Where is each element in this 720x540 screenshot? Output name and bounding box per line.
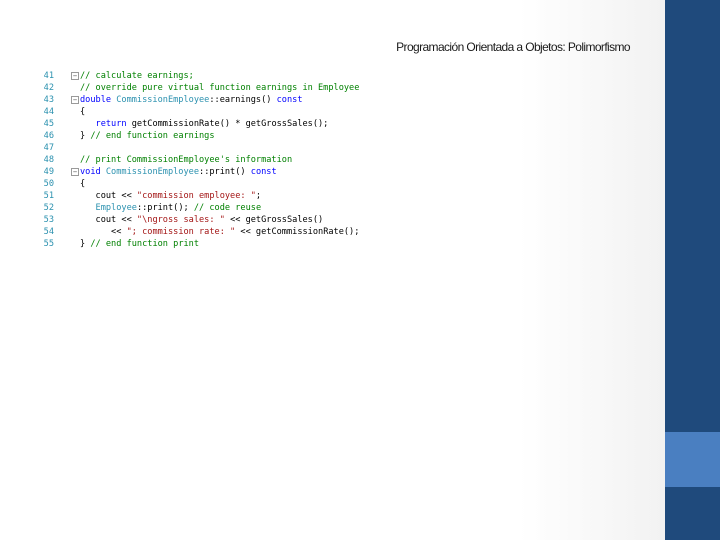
code-token: Employee	[95, 203, 137, 213]
code-token: "commission employee: "	[136, 191, 256, 201]
code-token: // override pure virtual function earnin…	[80, 83, 360, 93]
code-token: // code reuse	[193, 203, 262, 213]
code-token: }	[80, 131, 91, 141]
code-token: cout <<	[80, 191, 137, 201]
code-text: {	[80, 106, 85, 118]
code-token: void	[80, 167, 106, 177]
line-number: 46	[43, 131, 54, 141]
code-token: return	[95, 119, 132, 129]
code-token: // calculate earnings;	[80, 71, 194, 81]
code-token: const	[250, 167, 277, 177]
right-bar-accent-block	[665, 432, 720, 487]
code-text: {	[80, 178, 85, 190]
code-line: 55} // end function print	[38, 238, 438, 250]
code-token: << getCommissionRate();	[235, 227, 360, 237]
code-token: // end function print	[90, 239, 200, 249]
line-number: 54	[43, 227, 54, 237]
code-token: <<	[80, 227, 127, 237]
line-number: 41	[43, 71, 54, 81]
code-token: "; commission rate: "	[126, 227, 236, 237]
code-line: 49 − void CommissionEmployee::print() cons…	[38, 166, 438, 178]
code-token: CommissionEmployee	[105, 167, 200, 177]
code-line: 54 << "; commission rate: " << getCommis…	[38, 226, 438, 238]
code-text: double CommissionEmployee::earnings() co…	[80, 94, 303, 106]
code-token: ;	[255, 191, 262, 201]
code-token: {	[80, 179, 86, 189]
code-line: 50 {	[38, 178, 438, 190]
code-token: cout <<	[80, 215, 137, 225]
code-line: 53 cout << "\ngross sales: " << getGross…	[38, 214, 438, 226]
line-number: 44	[43, 107, 54, 117]
code-text: } // end function print	[80, 238, 199, 250]
code-line: 46} // end function earnings	[38, 130, 438, 142]
collapse-minus-icon[interactable]: −	[71, 168, 79, 176]
code-token: double	[80, 95, 117, 105]
code-token: ::print()	[199, 167, 251, 177]
code-token: ::print();	[136, 203, 194, 213]
code-listing: 41−// calculate earnings; 42// override p…	[38, 70, 438, 250]
code-token: getCommissionRate() * getGrossSales();	[131, 119, 329, 129]
line-number: 52	[43, 203, 54, 213]
line-number: 43	[43, 95, 54, 105]
line-number: 49	[43, 167, 54, 177]
code-text: // print CommissionEmployee's informatio…	[80, 154, 292, 166]
code-text: // calculate earnings;	[80, 70, 194, 82]
code-text: void CommissionEmployee::print() const	[80, 166, 277, 178]
code-line: 44 {	[38, 106, 438, 118]
code-token: // print CommissionEmployee's informatio…	[80, 155, 293, 165]
line-number: 47	[43, 143, 54, 153]
code-line: 51 cout << "commission employee: ";	[38, 190, 438, 202]
code-text: cout << "commission employee: ";	[80, 190, 262, 202]
line-number: 42	[43, 83, 54, 93]
code-line: 47	[38, 142, 438, 154]
code-line: 52 Employee::print(); // code reuse	[38, 202, 438, 214]
code-token: << getGrossSales()	[224, 215, 324, 225]
line-number: 53	[43, 215, 54, 225]
code-text: } // end function earnings	[80, 130, 215, 142]
code-token: ::earnings()	[209, 95, 277, 105]
code-text: // override pure virtual function earnin…	[80, 82, 359, 94]
code-text: Employee::print(); // code reuse	[80, 202, 262, 214]
code-text: return getCommissionRate() * getGrossSal…	[80, 118, 329, 130]
code-line: 41 −// calculate earnings;	[38, 70, 438, 82]
code-line: 42 // override pure virtual function earn…	[38, 82, 438, 94]
slide: Programación Orientada a Objetos: Polimo…	[0, 0, 720, 540]
code-line: 45 return getCommissionRate() * getGross…	[38, 118, 438, 130]
code-token: }	[80, 239, 91, 249]
code-token: // end function earnings	[90, 131, 215, 141]
code-text: << "; commission rate: " << getCommissio…	[80, 226, 359, 238]
line-number: 51	[43, 191, 54, 201]
code-token: "\ngross sales: "	[136, 215, 225, 225]
line-number: 50	[43, 179, 54, 189]
code-token: {	[80, 107, 86, 117]
collapse-minus-icon[interactable]: −	[71, 96, 79, 104]
code-text: cout << "\ngross sales: " << getGrossSal…	[80, 214, 324, 226]
slide-title: Programación Orientada a Objetos: Polimo…	[396, 40, 630, 54]
code-line: 48 // print CommissionEmployee's informat…	[38, 154, 438, 166]
line-number: 45	[43, 119, 54, 129]
collapse-minus-icon[interactable]: −	[71, 72, 79, 80]
line-number: 48	[43, 155, 54, 165]
code-line: 43 − double CommissionEmployee::earnings()…	[38, 94, 438, 106]
code-token: CommissionEmployee	[116, 95, 210, 105]
line-number: 55	[43, 239, 54, 249]
code-token: const	[276, 95, 303, 105]
